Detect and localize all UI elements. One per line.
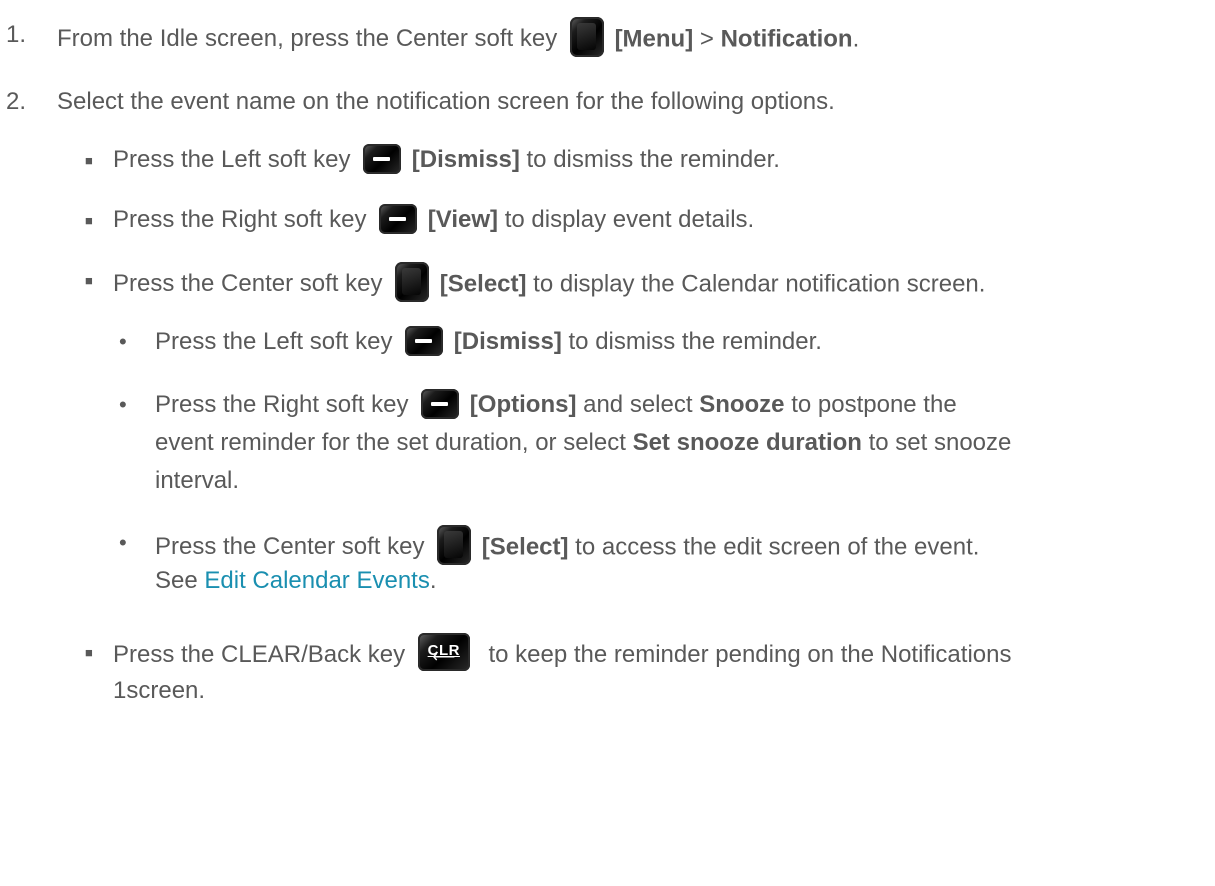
sub-bullet-edit: • Press the Center soft key [Select] to … bbox=[0, 525, 980, 568]
bullet-view: ■ Press the Right soft key [View] to dis… bbox=[0, 203, 755, 236]
step-number: 1. bbox=[6, 21, 27, 48]
sub-bullet-text: Press the Left soft key bbox=[155, 328, 393, 355]
snooze-option: Snooze bbox=[699, 391, 785, 418]
bullet-clear-back: ■ Press the CLEAR/Back key CLR ⟵ to keep… bbox=[0, 633, 1012, 675]
sub-bullet-text: to set snooze bbox=[861, 429, 1012, 456]
soft-key-icon bbox=[421, 388, 460, 419]
sub-bullet-dismiss: • Press the Left soft key [Dismiss] to d… bbox=[0, 325, 822, 358]
step-number: 2. bbox=[6, 88, 27, 115]
bullet-clear-back-line2: 1screen. bbox=[113, 676, 205, 706]
key-label: [Select] bbox=[439, 270, 527, 298]
soft-key-icon bbox=[379, 203, 418, 234]
bullet-select: ■ Press the Center soft key [Select] to … bbox=[0, 262, 986, 305]
square-bullet-icon: ■ bbox=[85, 213, 93, 228]
key-label: [Dismiss] bbox=[453, 328, 562, 355]
sub-bullet-text: See bbox=[155, 567, 205, 594]
bullet-text: 1screen. bbox=[113, 677, 206, 704]
step-text: From the Idle screen, press the Center s… bbox=[57, 25, 558, 53]
bullet-text: to display event details. bbox=[498, 206, 755, 233]
separator: > bbox=[693, 25, 721, 53]
period: . bbox=[429, 567, 437, 594]
bullet-text: Press the Right soft key bbox=[113, 206, 367, 233]
sub-bullet-text: and select bbox=[576, 391, 700, 418]
sub-bullet-options-line2: event reminder for the set duration, or … bbox=[155, 428, 1011, 458]
sub-bullet-options: • Press the Right soft key [Options] and… bbox=[0, 388, 957, 421]
bullet-text: Press the Left soft key bbox=[113, 146, 351, 173]
sub-bullet-options-line3: interval. bbox=[155, 466, 239, 496]
clr-back-key-icon: CLR ⟵ bbox=[417, 633, 470, 671]
snooze-duration-option: Set snooze duration bbox=[632, 429, 862, 456]
key-label: [Options] bbox=[469, 391, 577, 418]
center-soft-key-icon bbox=[569, 17, 604, 57]
key-label: [Menu] bbox=[614, 25, 694, 53]
menu-item: Notification bbox=[720, 25, 853, 53]
edit-calendar-events-link[interactable]: Edit Calendar Events bbox=[204, 567, 429, 594]
round-bullet-icon: • bbox=[119, 530, 127, 555]
step-1: 1. From the Idle screen, press the Cente… bbox=[0, 17, 860, 60]
soft-key-icon bbox=[363, 143, 402, 174]
square-bullet-icon: ■ bbox=[85, 273, 93, 288]
round-bullet-icon: • bbox=[119, 392, 127, 417]
key-label: [Dismiss] bbox=[411, 146, 520, 173]
key-label: [View] bbox=[427, 206, 499, 233]
sub-bullet-edit-line2: See Edit Calendar Events. bbox=[155, 566, 437, 596]
center-soft-key-icon bbox=[437, 525, 472, 565]
bullet-text: Press the Center soft key bbox=[113, 270, 383, 298]
sub-bullet-text: to access the edit screen of the event. bbox=[568, 533, 980, 561]
bullet-dismiss: ■ Press the Left soft key [Dismiss] to d… bbox=[0, 143, 780, 176]
sub-bullet-text: interval. bbox=[155, 467, 240, 494]
key-label: [Select] bbox=[481, 533, 569, 561]
sub-bullet-text: to postpone the bbox=[784, 391, 957, 418]
bullet-text: to display the Calendar notification scr… bbox=[526, 270, 986, 298]
back-arrow-icon: ⟵ bbox=[432, 649, 456, 666]
sub-bullet-text: event reminder for the set duration, or … bbox=[155, 429, 633, 456]
square-bullet-icon: ■ bbox=[85, 645, 93, 660]
bullet-text: to dismiss the reminder. bbox=[519, 146, 780, 173]
bullet-text: to keep the reminder pending on the Noti… bbox=[488, 641, 1012, 669]
soft-key-icon bbox=[405, 325, 444, 356]
center-soft-key-icon bbox=[395, 262, 430, 302]
bullet-text: Press the CLEAR/Back key bbox=[113, 641, 406, 669]
round-bullet-icon: • bbox=[119, 329, 127, 354]
step-2: 2. Select the event name on the notifica… bbox=[0, 87, 835, 117]
sub-bullet-text: to dismiss the reminder. bbox=[561, 328, 822, 355]
square-bullet-icon: ■ bbox=[85, 153, 93, 168]
period: . bbox=[852, 25, 860, 53]
sub-bullet-text: Press the Center soft key bbox=[155, 533, 425, 561]
sub-bullet-text: Press the Right soft key bbox=[155, 391, 409, 418]
step-text: Select the event name on the notificatio… bbox=[57, 88, 835, 115]
